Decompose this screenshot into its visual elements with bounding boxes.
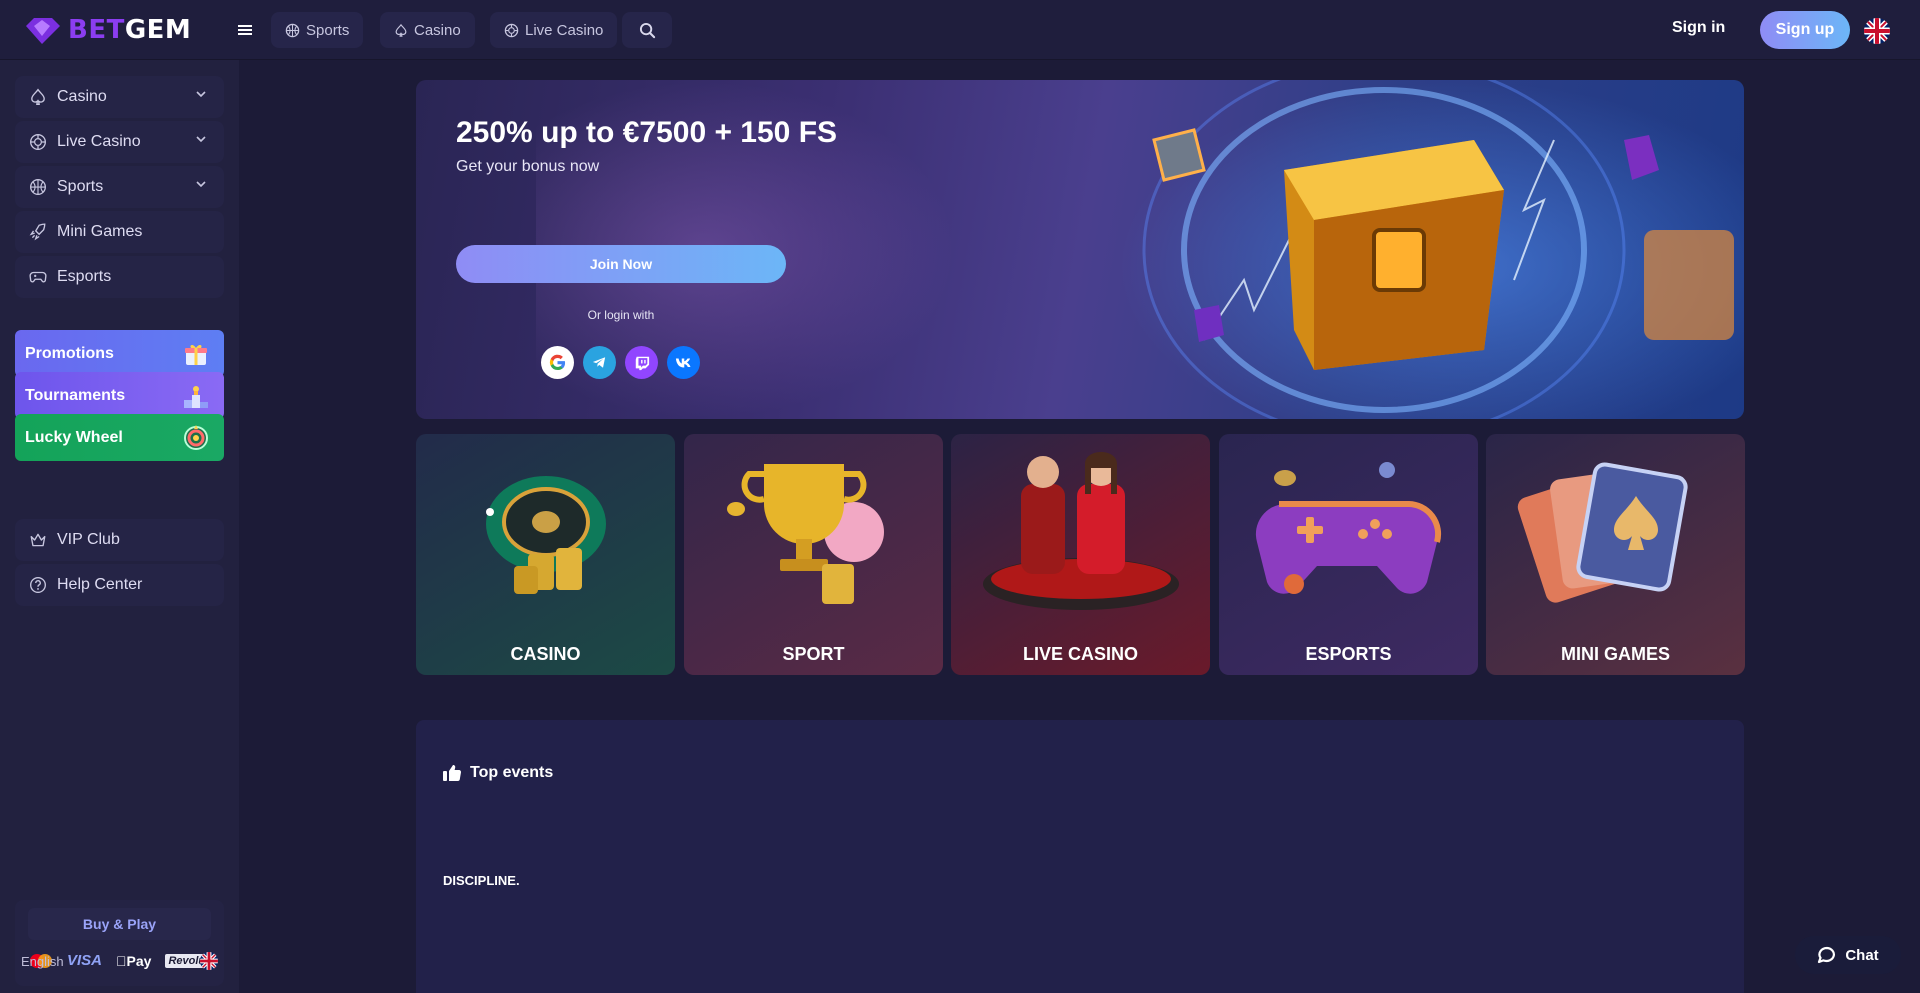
search-button[interactable] [622,12,672,48]
chat-bubble-icon [1818,946,1836,964]
nav-live-casino-label: Live Casino [525,21,604,39]
nav-sports-label: Sports [306,21,350,39]
chevron-down-icon [196,181,206,188]
sidebar-lucky-wheel[interactable]: Lucky Wheel [15,414,224,461]
top-events-title: Top events [470,764,554,781]
chat-label: Chat [1845,946,1879,964]
bonus-subtitle: Get your bonus now [456,158,600,175]
sidebar-tournaments[interactable]: Tournaments [15,372,224,419]
brand-logo[interactable]: BETGEM [22,14,191,46]
wheel-icon [184,425,208,450]
sidebar-item-label: VIP Club [57,531,120,548]
brand-name: BETGEM [68,15,192,45]
category-label: SPORT [782,644,845,664]
dealers-image [983,452,1179,610]
google-login-button[interactable] [541,346,574,379]
category-mini-games[interactable]: MINI GAMES [1486,434,1745,675]
rocket-icon [29,223,46,241]
top-events-section: Top events DISCIPLINE. [416,720,1744,993]
social-login-buttons [541,346,700,379]
spade-icon [31,88,45,105]
chevron-down-icon [196,136,206,143]
sidebar-item-label: Help Center [57,576,143,593]
top-header: BETGEM Sports Casino Live Casino Sign in… [0,0,1920,60]
sign-up-button[interactable]: Sign up [1760,11,1850,49]
podium-icon [184,386,208,408]
google-icon [549,354,566,371]
vk-login-button[interactable] [667,346,700,379]
category-esports[interactable]: ESPORTS [1219,434,1478,675]
uk-flag-icon[interactable] [1864,18,1890,44]
twitch-login-button[interactable] [625,346,658,379]
sign-in-button[interactable]: Sign in [1672,19,1725,37]
treasure-chest-image [1142,80,1734,419]
twitch-icon [635,356,649,370]
chip-icon [30,134,46,150]
gift-icon [185,344,207,365]
category-label: MINI GAMES [1560,644,1670,664]
roulette-image [486,476,606,594]
join-now-button[interactable]: Join Now [456,245,786,283]
crown-icon [30,533,46,547]
discipline-label: DISCIPLINE. [443,873,520,888]
sidebar-promo-label: Tournaments [25,386,126,404]
sidebar-promo-label: Lucky Wheel [25,428,123,446]
nav-casino[interactable]: Casino [380,12,475,48]
sidebar-item-mini-games[interactable]: Mini Games [15,211,224,253]
gamepad-icon [29,271,47,283]
telegram-icon [592,357,606,368]
gem-logo-icon [26,18,60,44]
buy-and-play-button[interactable]: Buy & Play [28,908,211,940]
chip-icon [504,23,519,37]
apple-pay-logo: Pay [116,952,151,969]
sidebar-item-casino[interactable]: Casino [15,76,224,118]
hamburger-icon [238,25,252,35]
chat-button[interactable]: Chat [1795,936,1901,974]
sidebar-item-label: Mini Games [57,223,143,240]
category-casino[interactable]: CASINO [416,434,675,675]
chevron-down-icon [196,91,206,98]
vk-icon [675,358,690,367]
top-events-heading: Top events [442,764,553,782]
sidebar-promo-label: Promotions [25,344,114,362]
sidebar-item-label: Esports [57,268,112,285]
bonus-title: 250% up to €7500 + 150 FS [456,116,838,149]
sidebar-promotions[interactable]: Promotions [15,330,224,377]
sidebar-item-esports[interactable]: Esports [15,256,224,298]
category-label: CASINO [510,644,581,664]
language-label[interactable]: English [21,954,64,969]
basketball-icon [30,179,46,195]
telegram-login-button[interactable] [583,346,616,379]
basketball-icon [285,23,300,37]
or-login-label: Or login with [587,308,655,322]
menu-toggle-button[interactable] [231,16,259,44]
sidebar-item-label: Casino [57,88,107,105]
sidebar-item-label: Sports [57,178,104,195]
nav-sports[interactable]: Sports [271,12,364,48]
category-label: LIVE CASINO [1022,644,1138,664]
uk-flag-icon[interactable] [200,952,218,970]
sidebar-item-sports[interactable]: Sports [15,166,224,208]
nav-live-casino[interactable]: Live Casino [490,12,618,48]
category-sport[interactable]: SPORT [684,434,943,675]
sidebar-item-label: Live Casino [57,133,141,150]
sidebar: Casino Live Casino Sports Mini Games Esp… [0,60,239,993]
spade-icon [395,23,407,37]
payment-box: Buy & Play VISA Pay Revolut [15,900,224,986]
category-live-casino[interactable]: LIVE CASINO [951,434,1210,675]
bonus-banner: 250% up to €7500 + 150 FS Get your bonus… [416,80,1744,419]
sidebar-item-help-center[interactable]: Help Center [15,564,224,606]
nav-casino-label: Casino [414,21,461,39]
visa-logo: VISA [67,952,103,969]
sidebar-item-live-casino[interactable]: Live Casino [15,121,224,163]
sidebar-item-vip-club[interactable]: VIP Club [15,519,224,561]
thumbs-up-icon [443,765,462,782]
gamepad-image [1255,462,1442,594]
search-icon [639,22,655,38]
trophy-image [727,464,884,604]
category-label: ESPORTS [1305,644,1392,664]
help-icon [30,577,46,593]
cards-image [1517,462,1688,603]
